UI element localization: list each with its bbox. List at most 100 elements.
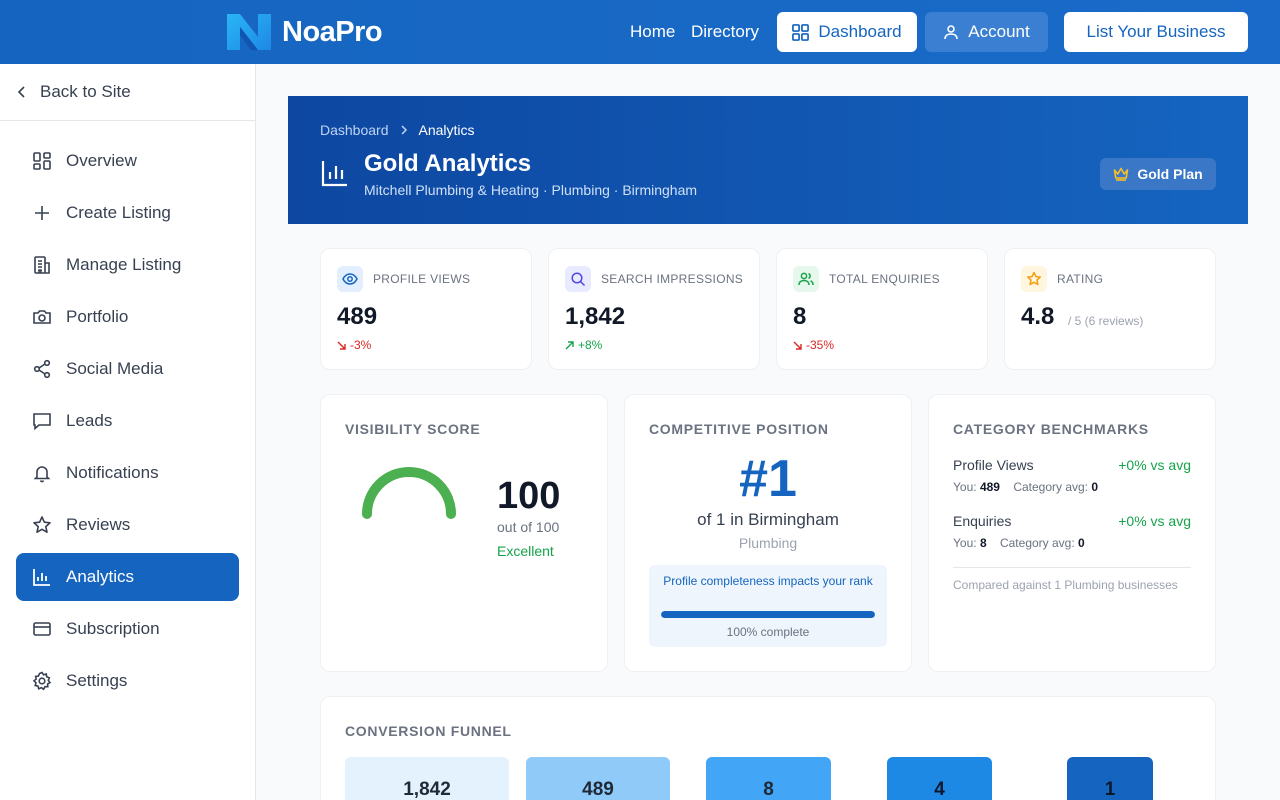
rank-category: Plumbing [738, 535, 798, 551]
sidebar-item-label: Subscription [66, 619, 160, 638]
benchmark-avg-value: 0 [1091, 480, 1099, 494]
dashboard-button[interactable]: Dashboard [777, 12, 917, 52]
benchmark-avg-label: Category avg: [999, 536, 1075, 550]
sidebar-item-label: Portfolio [66, 307, 129, 326]
back-to-site-label: Back to Site [40, 82, 131, 101]
sidebar-item-label: Analytics [66, 567, 135, 586]
sidebar-item-label: Manage Listing [66, 255, 182, 274]
rank-value: #1 [739, 450, 797, 508]
benchmark-delta: +0% vs avg [1118, 457, 1191, 473]
completeness-message: Profile completeness impacts your rank [663, 574, 873, 588]
conversion-funnel-card: CONVERSION FUNNEL 1,842 489 8 4 1 [320, 696, 1216, 800]
benchmark-you-value: 489 [979, 480, 1000, 494]
benchmark-you-value: 8 [979, 536, 987, 550]
arrow-down-right-icon [793, 341, 802, 350]
stat-delta: +8% [565, 338, 602, 352]
plan-badge-label: Gold Plan [1137, 166, 1203, 182]
grid-icon [33, 152, 51, 170]
sidebar-item-subscription[interactable]: Subscription [16, 605, 239, 653]
logo[interactable]: NoaPro [226, 12, 383, 52]
list-your-business-button[interactable]: List Your Business [1064, 12, 1248, 52]
benchmark-detail: You: 489 Category avg: 0 [953, 480, 1098, 494]
stat-card-rating: RATING 4.8 / 5 (6 reviews) [1004, 248, 1216, 370]
stat-delta: -3% [337, 338, 371, 352]
share-icon [33, 359, 51, 379]
sidebar-item-label: Reviews [66, 515, 131, 534]
brand-name: NoaPro [282, 15, 383, 48]
top-navbar: NoaPro Home Directory Dashboard Account … [0, 0, 1280, 64]
completeness-box: Profile completeness impacts your rank 1… [649, 565, 887, 647]
benchmark-note: Compared against 1 Plumbing businesses [953, 578, 1178, 592]
sidebar-item-analytics[interactable]: Analytics [16, 553, 239, 601]
sidebar-item-portfolio[interactable]: Portfolio [16, 293, 239, 341]
sidebar-item-label: Social Media [66, 359, 164, 378]
benchmark-avg-value: 0 [1078, 536, 1085, 550]
dashboard-button-label: Dashboard [818, 22, 902, 41]
sidebar-item-settings[interactable]: Settings [16, 657, 239, 705]
competitive-position-card: COMPETITIVE POSITION #1 of 1 in Birmingh… [624, 394, 912, 672]
user-icon [944, 25, 959, 40]
account-button-label: Account [968, 22, 1030, 41]
analytics-header: Dashboard Analytics Gold Analytics Mitch… [288, 96, 1248, 224]
benchmark-avg-label: Category avg: [1013, 480, 1089, 494]
benchmark-detail: You: 8 Category avg: 0 [953, 536, 1085, 550]
benchmark-delta: +0% vs avg [1118, 513, 1191, 529]
sidebar-item-notifications[interactable]: Notifications [16, 449, 239, 497]
back-to-site-link[interactable]: Back to Site [16, 80, 131, 104]
rating-suffix: / 5 (6 reviews) [1068, 314, 1144, 328]
sidebar-item-overview[interactable]: Overview [16, 137, 239, 185]
section-title: CONVERSION FUNNEL [345, 723, 512, 739]
sidebar-item-label: Create Listing [66, 203, 171, 222]
sidebar-item-manage-listing[interactable]: Manage Listing [16, 241, 239, 289]
stat-label: RATING [1057, 272, 1104, 286]
sidebar-item-leads[interactable]: Leads [16, 397, 239, 445]
sidebar-item-reviews[interactable]: Reviews [16, 501, 239, 549]
page-subtitle: Mitchell Plumbing & Heating · Plumbing ·… [364, 182, 698, 198]
breadcrumb: Dashboard Analytics [320, 122, 475, 138]
plan-badge: Gold Plan [1100, 158, 1216, 190]
sidebar-item-label: Leads [66, 411, 113, 430]
star-icon [1021, 266, 1047, 292]
stat-delta-value: +8% [578, 338, 603, 352]
account-button[interactable]: Account [925, 12, 1048, 52]
section-title: COMPETITIVE POSITION [649, 421, 829, 437]
benchmark-divider [953, 567, 1191, 568]
page-title: Gold Analytics [364, 150, 532, 177]
stat-card-total-enquiries: TOTAL ENQUIRIES 8 -35% [776, 248, 988, 370]
visibility-score-card: VISIBILITY SCORE 100 out of 100 Excellen… [320, 394, 608, 672]
chevron-right-icon [400, 125, 407, 135]
section-title: VISIBILITY SCORE [345, 421, 481, 437]
stat-label: TOTAL ENQUIRIES [829, 272, 940, 286]
stat-label: PROFILE VIEWS [373, 272, 471, 286]
sidebar-item-label: Overview [66, 151, 137, 170]
completeness-progress-bar [661, 611, 875, 618]
stat-value: 8 [793, 303, 807, 330]
breadcrumb-current: Analytics [418, 122, 475, 138]
camera-icon [33, 310, 51, 324]
building-icon [34, 256, 50, 274]
funnel-step: 1,842 [345, 757, 509, 800]
rank-context: of 1 in Birmingham [697, 510, 839, 529]
bell-icon [33, 466, 51, 483]
benchmark-you-label: You: [953, 480, 977, 494]
nav-home-link[interactable]: Home [630, 22, 675, 42]
users-icon [793, 266, 819, 292]
crown-icon [1114, 167, 1129, 181]
sidebar-item-create-listing[interactable]: Create Listing [16, 189, 239, 237]
funnel-step: 4 [887, 757, 992, 800]
arrow-up-right-icon [565, 340, 574, 349]
stat-value: 489 [337, 303, 378, 330]
sidebar: Back to Site Overview Create Listing Man… [0, 64, 256, 800]
sidebar-item-social-media[interactable]: Social Media [16, 345, 239, 393]
completeness-progress-fill [661, 611, 875, 618]
bar-chart-icon [321, 161, 347, 187]
stat-value: 4.8 [1021, 303, 1055, 330]
credit-card-icon [33, 622, 51, 636]
visibility-gauge [362, 467, 456, 519]
logo-mark-icon [227, 14, 271, 50]
sidebar-divider [0, 120, 255, 121]
section-title: CATEGORY BENCHMARKS [953, 421, 1149, 437]
breadcrumb-dashboard-link[interactable]: Dashboard [320, 122, 389, 138]
nav-directory-link[interactable]: Directory [691, 22, 759, 42]
benchmark-name: Enquiries [953, 513, 1012, 529]
